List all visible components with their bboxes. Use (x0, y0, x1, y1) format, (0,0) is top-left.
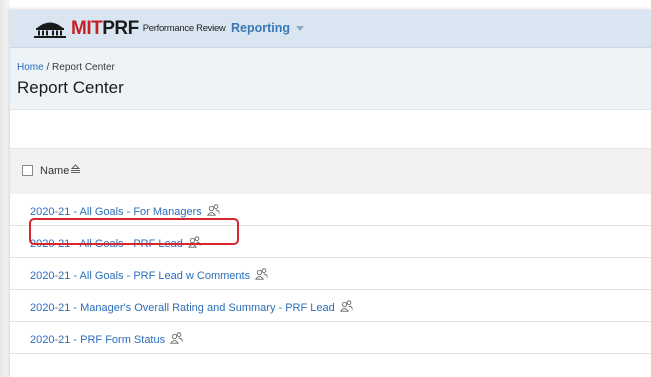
name-column-header[interactable]: Name (40, 164, 81, 177)
shared-users-icon (170, 332, 183, 347)
report-link-label: 2020-21 - Manager's Overall Rating and S… (30, 301, 335, 314)
reporting-menu-label: Reporting (231, 21, 291, 35)
caret-down-icon (296, 26, 305, 31)
report-link[interactable]: 2020-21 - Manager's Overall Rating and S… (30, 300, 353, 315)
report-link-label: 2020-21 - All Goals - PRF Lead (30, 237, 183, 250)
logo-mit-text: MIT (71, 18, 103, 39)
shared-users-icon (255, 268, 268, 283)
breadcrumb-home-link[interactable]: Home (17, 62, 44, 73)
shared-users-icon (339, 300, 353, 315)
shared-users-icon (206, 204, 220, 219)
report-list: 2020-21 - All Goals - For Managers 2020-… (10, 194, 651, 354)
table-row: 2020-21 - All Goals - PRF Lead (10, 226, 651, 258)
name-column-label: Name (40, 164, 70, 177)
breadcrumb-separator: / (43, 62, 53, 73)
dome-building-icon (33, 19, 67, 38)
logo-subtitle: Performance Review (142, 23, 226, 34)
page-edge-shadow (0, 0, 10, 377)
toolbar-spacer (10, 110, 651, 148)
table-header: Name (10, 148, 651, 195)
table-row: 2020-21 - Manager's Overall Rating and S… (10, 290, 651, 322)
top-navigation-bar: MIT PRF Performance Review Reporting (10, 10, 651, 48)
reporting-menu[interactable]: Reporting (231, 21, 305, 35)
report-link-label: 2020-21 - All Goals - For Managers (30, 205, 202, 218)
select-all-checkbox[interactable] (22, 165, 33, 176)
app-window: MIT PRF Performance Review Reporting Home… (10, 10, 651, 377)
shared-users-icon (187, 236, 201, 251)
table-row: 2020-21 - PRF Form Status (10, 322, 651, 354)
sort-icon (70, 164, 81, 177)
report-link[interactable]: 2020-21 - All Goals - For Managers (30, 204, 220, 219)
page-header: Home / Report Center Report Center (10, 48, 651, 110)
breadcrumb-current: Report Center (52, 62, 115, 73)
page-title: Report Center (17, 78, 124, 97)
report-link[interactable]: 2020-21 - PRF Form Status (30, 332, 183, 347)
breadcrumb: Home / Report Center (17, 62, 115, 73)
report-link[interactable]: 2020-21 - All Goals - PRF Lead w Comment… (30, 268, 268, 283)
table-row: 2020-21 - All Goals - For Managers (10, 194, 651, 226)
report-link-label: 2020-21 - All Goals - PRF Lead w Comment… (30, 269, 251, 282)
app-logo[interactable]: MIT PRF Performance Review (33, 18, 226, 39)
logo-prf-text: PRF (102, 18, 139, 39)
table-row: 2020-21 - All Goals - PRF Lead w Comment… (10, 258, 651, 290)
report-link[interactable]: 2020-21 - All Goals - PRF Lead (30, 236, 201, 251)
report-link-label: 2020-21 - PRF Form Status (30, 333, 166, 346)
